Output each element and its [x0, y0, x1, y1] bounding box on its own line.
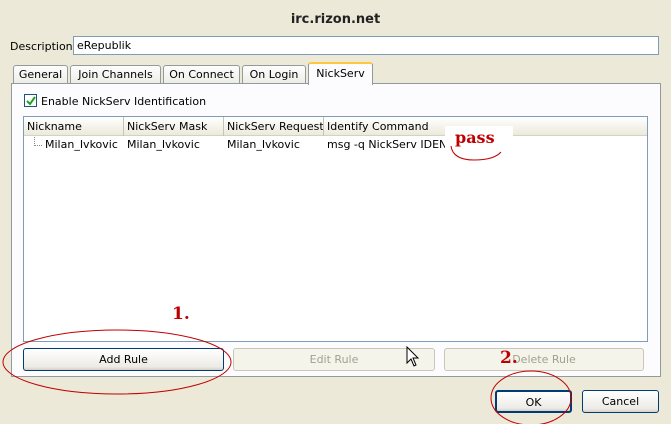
description-input[interactable] [73, 36, 659, 55]
step-2-annotation: 2. [500, 348, 518, 368]
tab-join-channels[interactable]: Join Channels [70, 65, 161, 84]
cell-nickname: Milan_Ivkovic [45, 138, 118, 151]
step-1-annotation: 1. [172, 304, 190, 324]
tab-on-login[interactable]: On Login [242, 65, 306, 84]
tab-nickserv[interactable]: NickServ [308, 62, 373, 85]
checkmark-icon [26, 96, 36, 106]
enable-nickserv-checkbox[interactable] [24, 94, 37, 107]
nickserv-rules-list[interactable]: Nickname NickServ Mask NickServ Request … [23, 116, 648, 342]
cell-mask: Milan_Ivkovic [127, 138, 200, 151]
pass-underline-annotation [450, 145, 502, 161]
column-header-mask[interactable]: NickServ Mask [124, 117, 224, 136]
enable-nickserv-label[interactable]: Enable NickServ Identification [41, 95, 206, 108]
column-header-nickname[interactable]: Nickname [24, 117, 124, 136]
tab-on-connect[interactable]: On Connect [163, 65, 240, 84]
add-rule-button[interactable]: Add Rule [23, 348, 224, 371]
cancel-button[interactable]: Cancel [582, 390, 659, 413]
edit-rule-button[interactable]: Edit Rule [233, 348, 435, 371]
tab-general[interactable]: General [13, 65, 68, 84]
list-header: Nickname NickServ Mask NickServ Request … [24, 117, 647, 136]
nickserv-panel: Enable NickServ Identification Nickname … [11, 83, 661, 377]
cell-request: Milan_Ivkovic [227, 138, 300, 151]
table-row[interactable]: Milan_Ivkovic Milan_Ivkovic Milan_Ivkovi… [24, 137, 647, 153]
ok-button[interactable]: OK [495, 390, 572, 413]
window-title: irc.rizon.net [290, 12, 381, 27]
description-label: Description: [10, 40, 77, 53]
mouse-cursor-icon [406, 346, 420, 367]
delete-rule-button[interactable]: Delete Rule [444, 348, 644, 371]
tree-connector-icon [34, 137, 42, 146]
column-header-request[interactable]: NickServ Request M [224, 117, 324, 136]
